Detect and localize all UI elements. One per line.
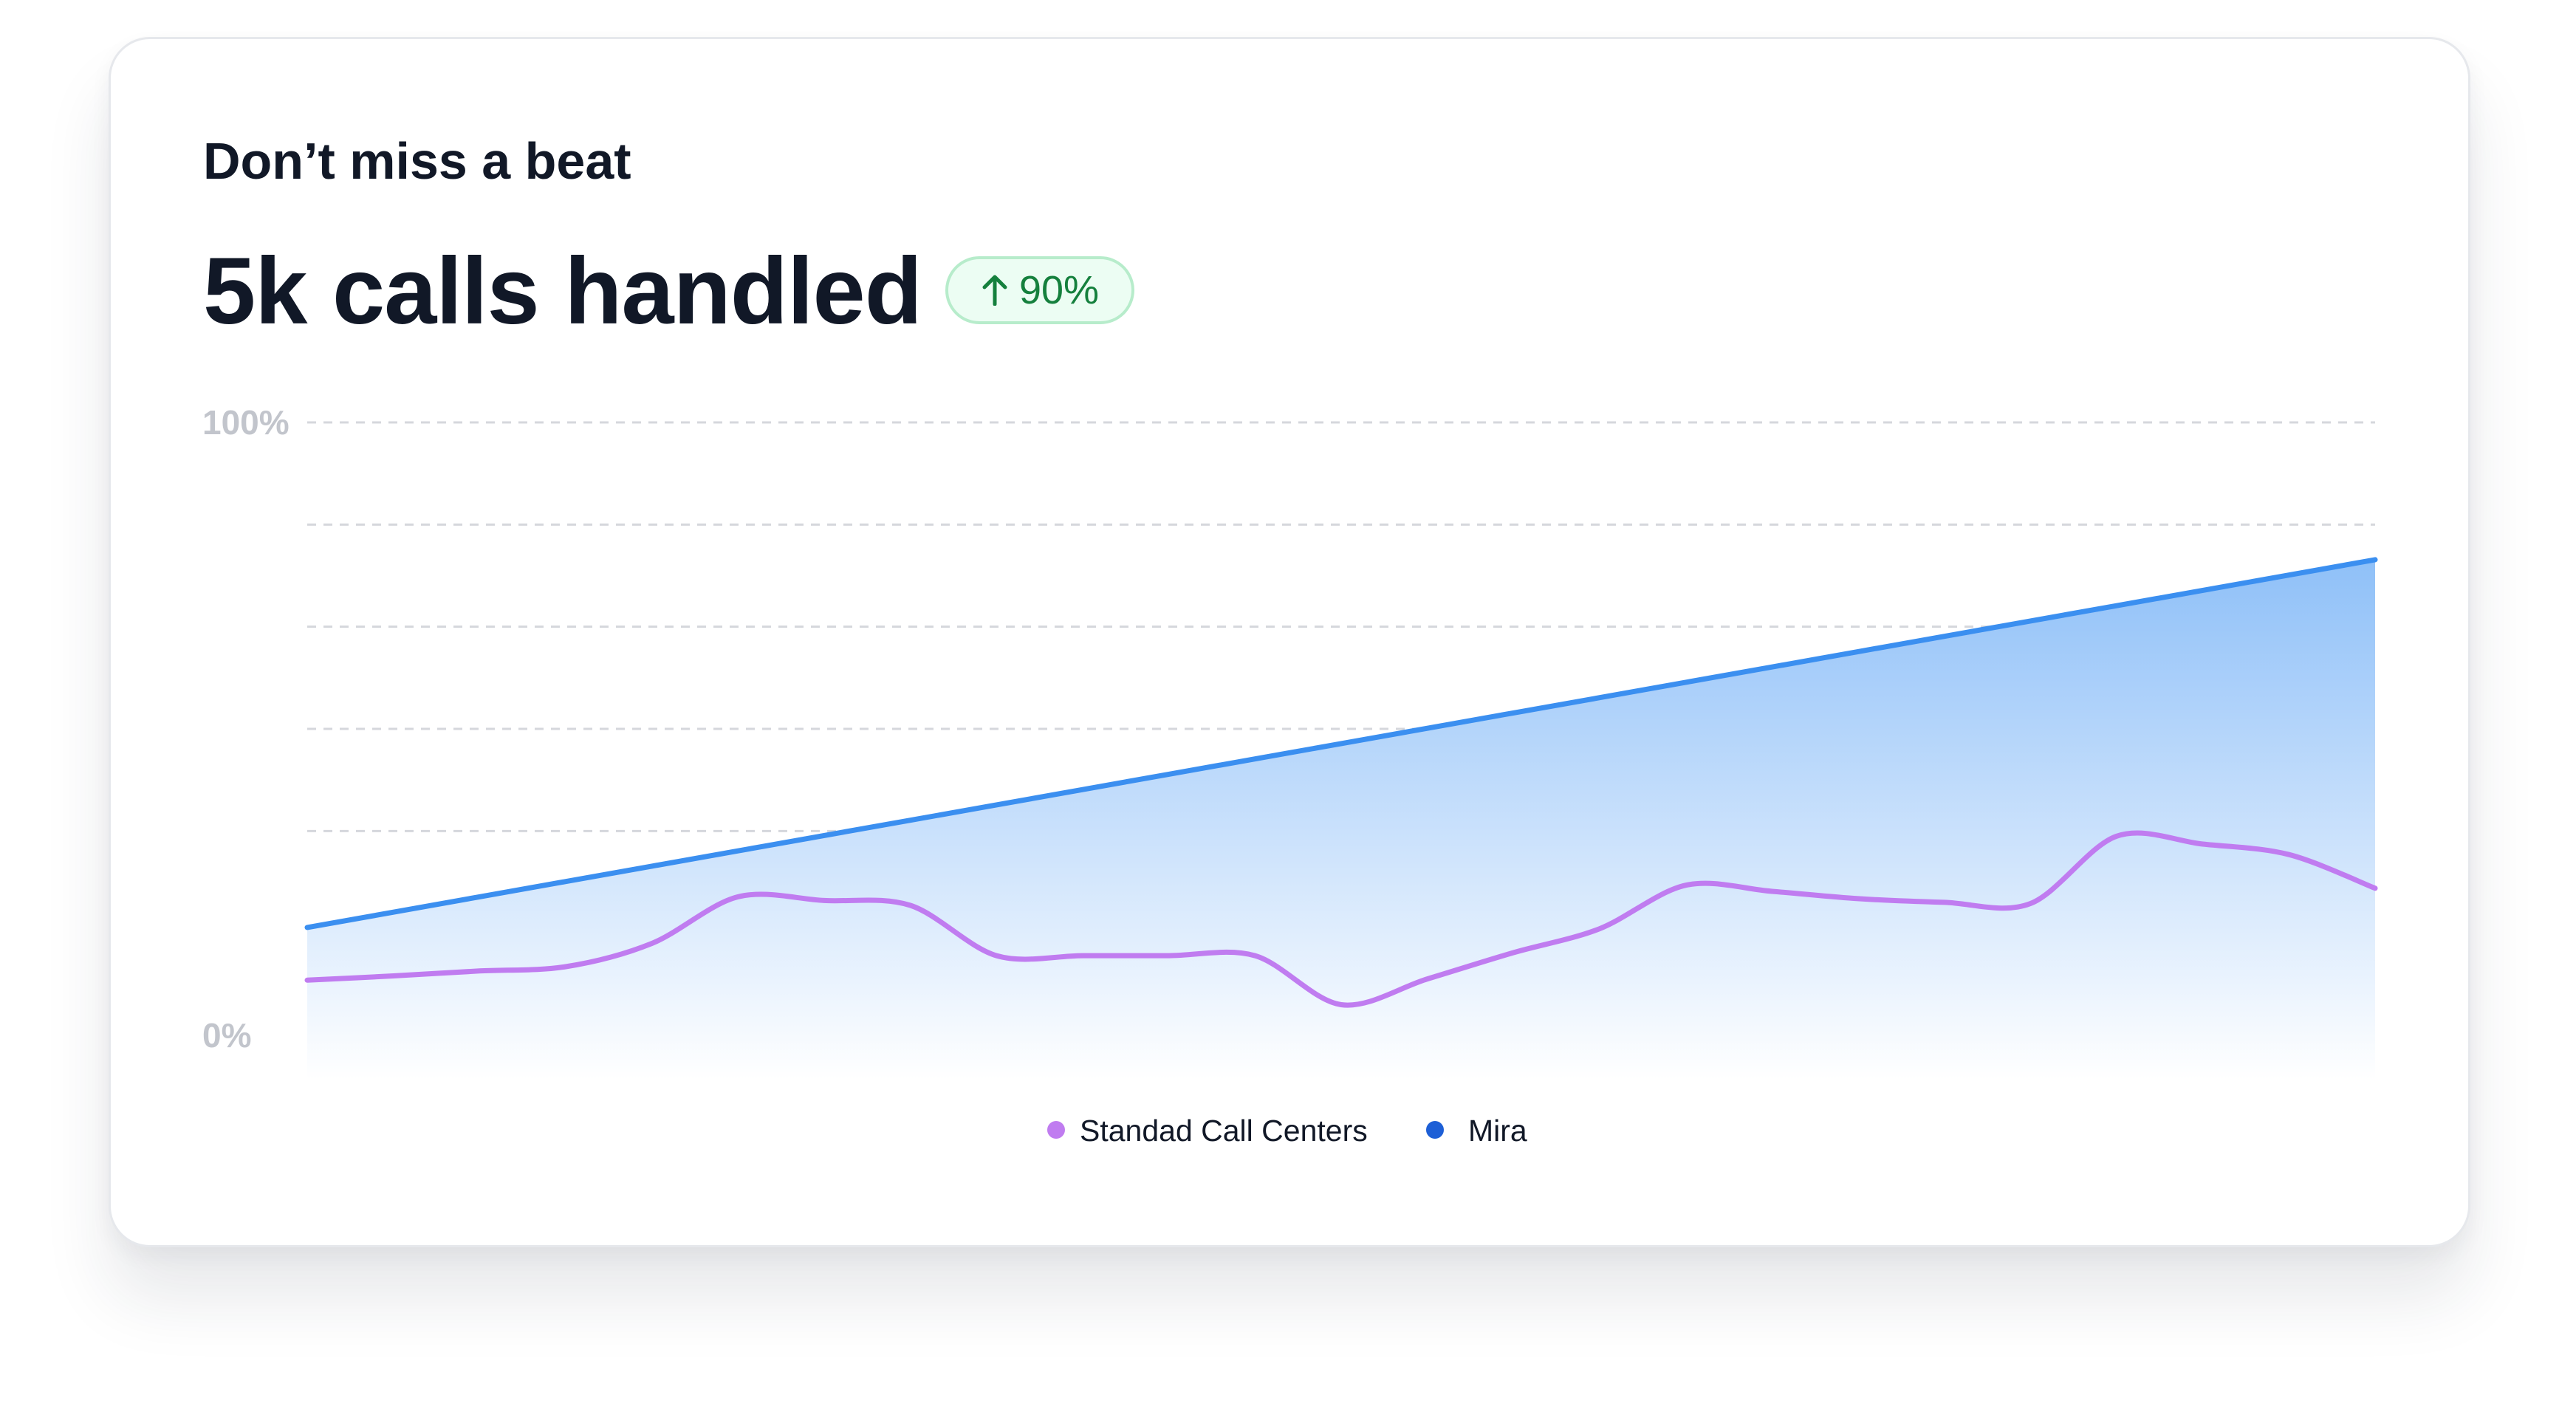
plot-area xyxy=(304,557,2378,1080)
legend-label: Mira xyxy=(1468,1114,1527,1148)
mira-area-fill xyxy=(307,559,2375,1080)
y-tick-label: 100% xyxy=(202,403,290,442)
y-tick-label: 0% xyxy=(202,1016,251,1055)
legend-label: Standad Call Centers xyxy=(1080,1114,1368,1148)
legend-swatch xyxy=(1047,1121,1065,1139)
chart-legend: Standad Call Centers Mira xyxy=(1047,1114,1527,1148)
calls-area-chart: 100% 0% Standad Call Centers Mira xyxy=(202,403,2378,1148)
y-axis-ticks: 100% 0% xyxy=(202,403,290,1055)
legend-swatch xyxy=(1426,1121,1444,1139)
